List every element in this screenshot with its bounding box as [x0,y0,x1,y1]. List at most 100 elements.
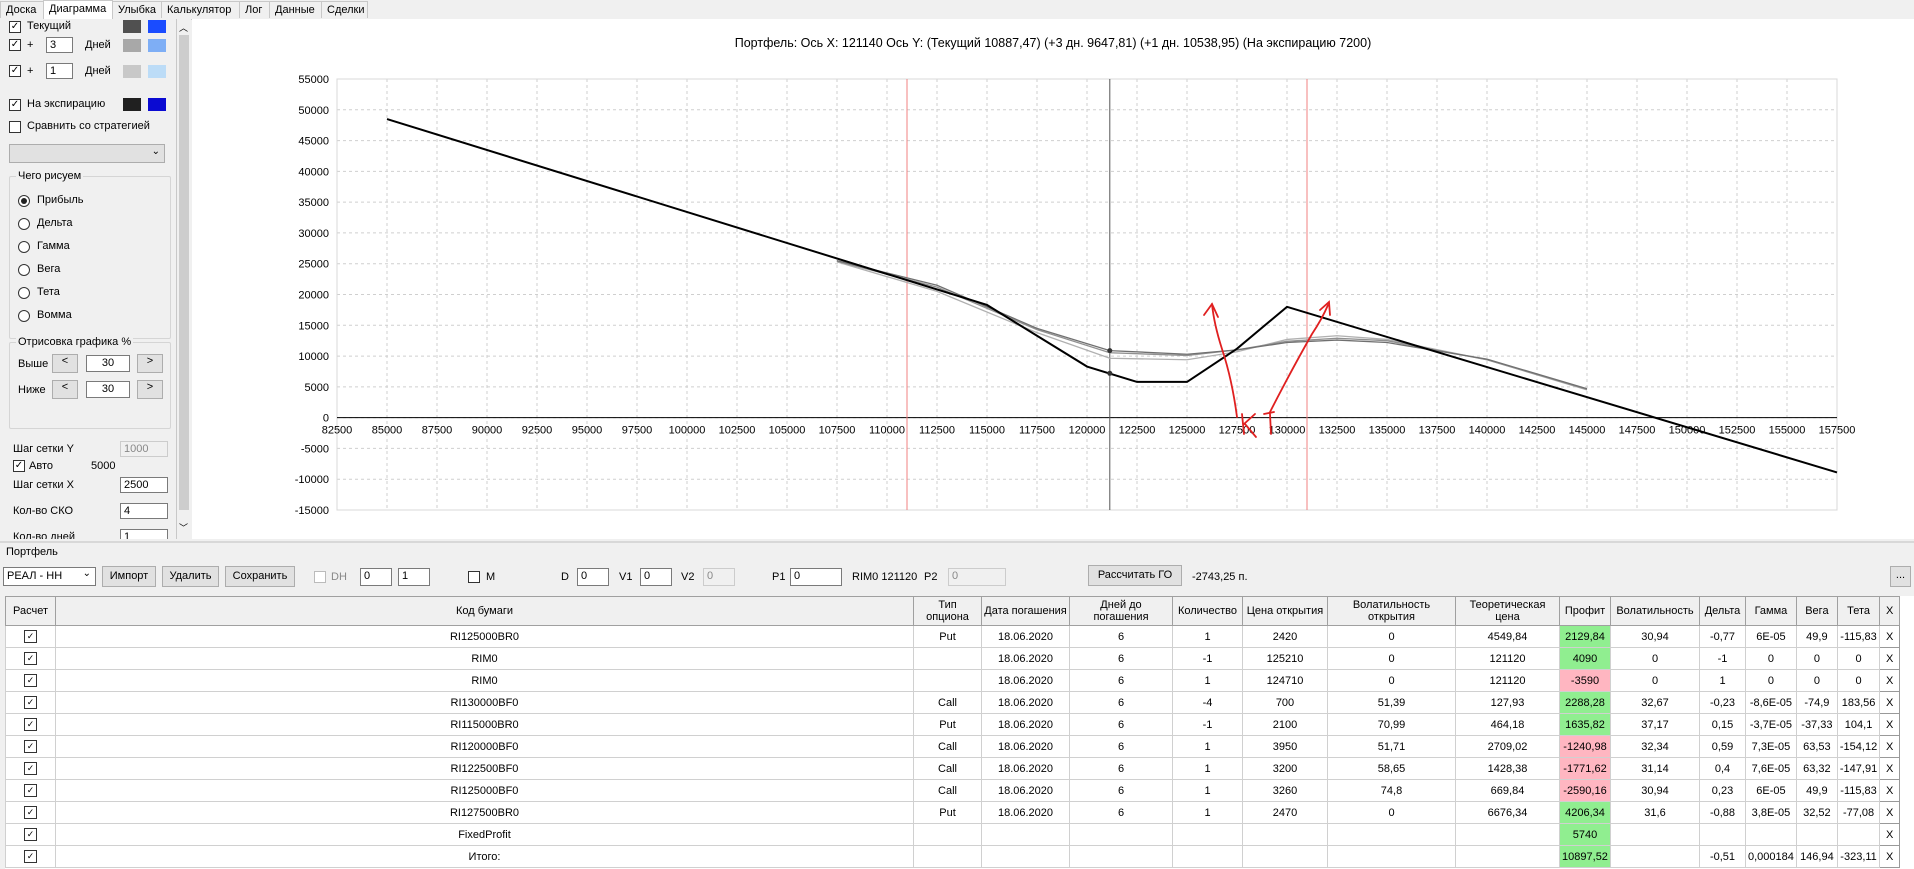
portfolio-select[interactable]: РЕАЛ - НН ⌄ [3,567,96,586]
calc-checkbox[interactable]: ✓ [24,718,37,731]
option-radio-4[interactable] [18,264,30,276]
remove-row-button[interactable]: X [1879,735,1901,758]
table-row[interactable]: ✓ FixedProfit 5740 X [5,823,1901,846]
table-row[interactable]: ✓ RI125000BF0 Call 18.06.2020 6 1 3260 74,8 669,… [5,779,1901,802]
p2-input[interactable]: 0 [948,568,1006,586]
table-row[interactable]: ✓ RI120000BF0 Call 18.06.2020 6 1 3950 51,71 270… [5,735,1901,758]
remove-row-button[interactable]: X [1879,757,1901,780]
above-increase-button[interactable]: > [137,354,163,373]
splitter[interactable] [0,541,1914,543]
plus-days-input-1[interactable]: 3 [46,37,73,53]
dh-checkbox[interactable] [314,571,326,583]
calc-checkbox[interactable]: ✓ [24,674,37,687]
plus3-color-swatch-2[interactable] [148,39,166,52]
tab-1[interactable]: Доска [0,1,44,18]
scroll-down-icon[interactable]: ﹀ [179,521,188,534]
auto-checkbox[interactable]: ✓ [13,460,25,472]
tab-5[interactable]: Лог [239,1,270,18]
days-count-input[interactable]: 1 [120,529,168,539]
v2-input[interactable]: 0 [703,568,735,586]
calc-checkbox[interactable]: ✓ [24,784,37,797]
tab-6[interactable]: Данные [269,1,322,18]
remove-row-button[interactable]: X [1879,845,1901,868]
option-radio-1[interactable] [18,195,30,207]
v1-input[interactable]: 0 [640,568,672,586]
calc-checkbox-cell[interactable]: ✓ [5,647,56,670]
current-checkbox[interactable]: ✓ [9,21,21,33]
calc-checkbox[interactable]: ✓ [24,850,37,863]
calc-checkbox-cell[interactable]: ✓ [5,691,56,714]
plus3-color-swatch[interactable] [123,39,141,52]
table-row[interactable]: ✓ RI125000BR0 Put 18.06.2020 6 1 2420 0 4549,84 2… [5,625,1901,648]
above-decrease-button[interactable]: < [52,354,78,373]
remove-row-button[interactable]: X [1879,713,1901,736]
tab-2[interactable]: Диаграмма [43,0,113,20]
below-increase-button[interactable]: > [137,380,163,399]
chart-svg[interactable]: 82500 85000 87500 90000 92500 95000 97500 10000… [192,19,1914,539]
column-header[interactable]: Код бумаги [55,596,914,626]
remove-row-button[interactable]: X [1879,823,1901,846]
option-radio-3[interactable] [18,241,30,253]
remove-row-button[interactable]: X [1879,779,1901,802]
remove-row-button[interactable]: X [1879,691,1901,714]
plus-days-input-2[interactable]: 1 [46,63,73,79]
calc-go-button[interactable]: Рассчитать ГО [1088,565,1182,586]
tab-4[interactable]: Калькулятор [161,1,240,18]
calc-checkbox-cell[interactable]: ✓ [5,625,56,648]
above-input[interactable]: 30 [86,355,130,372]
scroll-up-icon[interactable]: ︿ [179,21,188,34]
calc-checkbox[interactable]: ✓ [24,630,37,643]
calc-checkbox[interactable]: ✓ [24,652,37,665]
table-row[interactable]: ✓ RI130000BF0 Call 18.06.2020 6 -4 700 51,39 127… [5,691,1901,714]
expiry-color-swatch[interactable] [123,98,141,111]
column-header[interactable]: Дата погашения [981,596,1070,626]
tab-7[interactable]: Сделки [321,1,368,18]
plus3-checkbox[interactable]: ✓ [9,39,21,51]
m-checkbox[interactable] [468,571,480,583]
remove-row-button[interactable]: X [1879,669,1901,692]
tab-3[interactable]: Улыбка [112,1,162,18]
column-header[interactable]: Дельта [1699,596,1746,626]
column-header[interactable]: Волатильность [1610,596,1700,626]
option-radio-2[interactable] [18,218,30,230]
table-row[interactable]: ✓ Итого: 10897,52 -0,51 0,000184 146,94 -323,1… [5,845,1901,868]
calc-checkbox-cell[interactable]: ✓ [5,713,56,736]
delete-button[interactable]: Удалить [162,566,219,587]
left-panel-scrollbar[interactable]: ︿ ﹀ [177,19,191,539]
grid-x-input[interactable]: 2500 [120,477,168,493]
column-header[interactable]: Профит [1559,596,1611,626]
plus1-color-swatch-2[interactable] [148,65,166,78]
below-decrease-button[interactable]: < [52,380,78,399]
column-header[interactable]: Количество [1172,596,1243,626]
remove-row-button[interactable]: X [1879,625,1901,648]
calc-checkbox-cell[interactable]: ✓ [5,669,56,692]
current-color-swatch[interactable] [123,20,141,33]
current-color-swatch-2[interactable] [148,20,166,33]
payoff-chart[interactable]: Портфель: Ось X: 121140 Ось Y: (Текущий … [192,19,1914,539]
strategy-select[interactable]: ⌄ [9,144,165,163]
d-input[interactable]: 0 [577,568,609,586]
table-row[interactable]: ✓ RI122500BF0 Call 18.06.2020 6 1 3200 58,65 142… [5,757,1901,780]
p1-input[interactable]: 0 [790,568,842,586]
plus1-checkbox[interactable]: ✓ [9,65,21,77]
grid-y-input[interactable]: 1000 [120,441,168,457]
calc-checkbox[interactable]: ✓ [24,696,37,709]
expiry-color-swatch-2[interactable] [148,98,166,111]
option-radio-5[interactable] [18,287,30,299]
save-button[interactable]: Сохранить [225,566,295,587]
column-header[interactable]: Тета [1836,596,1881,626]
calc-checkbox-cell[interactable]: ✓ [5,823,56,846]
calc-checkbox[interactable]: ✓ [24,740,37,753]
column-header[interactable]: Расчет [5,596,56,626]
dh-input-1[interactable]: 0 [360,568,392,586]
option-radio-6[interactable] [18,310,30,322]
calc-checkbox[interactable]: ✓ [24,762,37,775]
column-header[interactable]: X [1879,596,1901,626]
column-header[interactable]: Дней до погашения [1069,596,1173,626]
more-button[interactable]: ... [1890,566,1911,587]
calc-checkbox-cell[interactable]: ✓ [5,801,56,824]
table-row[interactable]: ✓ RIM0 18.06.2020 6 1 124710 0 121120 -3590 0 1 0 0 0… [5,669,1901,692]
table-row[interactable]: ✓ RIM0 18.06.2020 6 -1 125210 0 121120 4090 0 -1 0 0… [5,647,1901,670]
column-header[interactable]: Теоретическая цена [1455,596,1560,626]
scroll-thumb[interactable] [179,35,189,510]
